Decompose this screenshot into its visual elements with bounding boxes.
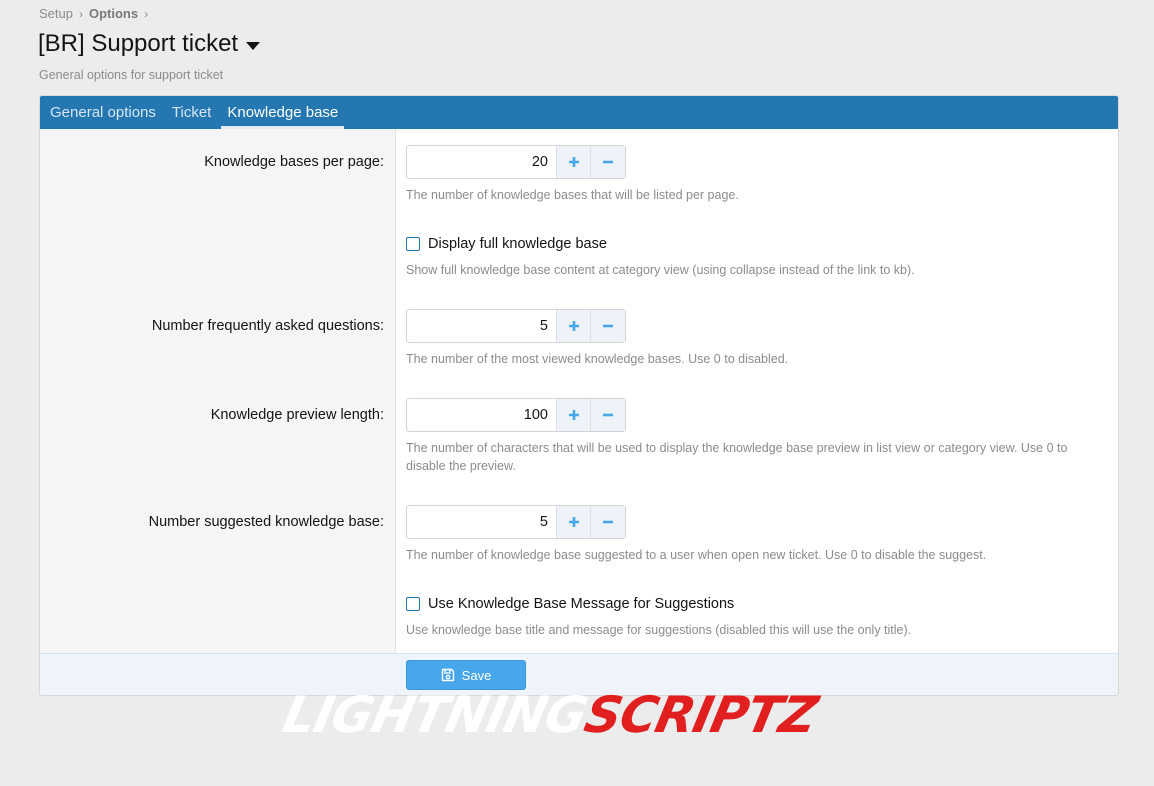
suggested-count-label: Number suggested knowledge base: — [148, 514, 384, 530]
tab-bar: General options Ticket Knowledge base — [40, 96, 1118, 129]
display-full-checkbox[interactable] — [406, 237, 420, 251]
minus-icon — [603, 413, 613, 417]
per-page-stepper: 20 — [406, 145, 626, 179]
breadcrumb-options[interactable]: Options — [89, 6, 138, 21]
page-title: [BR] Support ticket — [38, 30, 261, 58]
faq-count-stepper: 5 — [406, 309, 626, 343]
use-message-checkbox[interactable] — [406, 597, 420, 611]
watermark-logo: LIGHTNING SCRIPTZ — [277, 686, 822, 744]
use-message-hint: Use knowledge base title and message for… — [406, 623, 912, 637]
per-page-input[interactable]: 20 — [407, 146, 557, 178]
options-body: Knowledge bases per page: 20 The number … — [40, 129, 1118, 654]
minus-icon — [603, 324, 613, 328]
per-page-increment-button[interactable] — [557, 146, 591, 178]
faq-count-input[interactable]: 5 — [407, 310, 557, 342]
faq-count-hint: The number of the most viewed knowledge … — [406, 352, 789, 366]
suggested-count-stepper: 5 — [406, 505, 626, 539]
chevron-right-icon: › — [78, 6, 83, 21]
display-full-option[interactable]: Display full knowledge base — [406, 236, 607, 252]
label-column — [40, 129, 396, 654]
breadcrumb-setup[interactable]: Setup — [39, 6, 73, 21]
chevron-right-icon: › — [144, 6, 149, 21]
breadcrumb: Setup › Options › — [39, 6, 148, 21]
plus-icon — [568, 410, 579, 420]
page-description: General options for support ticket — [39, 68, 224, 82]
faq-count-label: Number frequently asked questions: — [151, 318, 384, 334]
options-block: General options Ticket Knowledge base Kn… — [39, 95, 1119, 696]
watermark-part2: SCRIPTZ — [579, 686, 822, 744]
use-message-label[interactable]: Use Knowledge Base Message for Suggestio… — [428, 596, 734, 612]
save-label[interactable]: Save — [462, 668, 492, 683]
suggested-count-decrement-button[interactable] — [591, 506, 625, 538]
faq-count-decrement-button[interactable] — [591, 310, 625, 342]
watermark-part1: LIGHTNING — [277, 686, 592, 744]
tab-knowledge-base[interactable]: Knowledge base — [221, 96, 345, 129]
suggested-count-increment-button[interactable] — [557, 506, 591, 538]
plus-icon — [568, 517, 579, 527]
preview-length-stepper: 100 — [406, 398, 626, 432]
save-icon — [441, 668, 454, 682]
preview-length-hint: The number of characters that will be us… — [406, 441, 1068, 473]
use-message-option[interactable]: Use Knowledge Base Message for Suggestio… — [406, 596, 734, 612]
suggested-count-input[interactable]: 5 — [407, 506, 557, 538]
page-title-text: [BR] Support ticket — [38, 30, 239, 57]
minus-icon — [603, 520, 613, 524]
faq-count-increment-button[interactable] — [557, 310, 591, 342]
per-page-label: Knowledge bases per page: — [204, 154, 384, 170]
preview-length-decrement-button[interactable] — [591, 399, 625, 431]
plus-icon — [568, 157, 579, 167]
preview-length-label: Knowledge preview length: — [210, 407, 384, 423]
plus-icon — [568, 321, 579, 331]
suggested-count-hint: The number of knowledge base suggested t… — [406, 548, 987, 562]
preview-length-input[interactable]: 100 — [407, 399, 557, 431]
preview-length-increment-button[interactable] — [557, 399, 591, 431]
caret-down-icon[interactable] — [246, 41, 261, 50]
display-full-hint: Show full knowledge base content at cate… — [406, 263, 915, 277]
display-full-label[interactable]: Display full knowledge base — [428, 236, 607, 252]
minus-icon — [603, 160, 613, 164]
tab-general-options[interactable]: General options — [44, 96, 162, 129]
per-page-hint: The number of knowledge bases that will … — [406, 188, 739, 202]
tab-ticket[interactable]: Ticket — [166, 96, 217, 129]
per-page-decrement-button[interactable] — [591, 146, 625, 178]
